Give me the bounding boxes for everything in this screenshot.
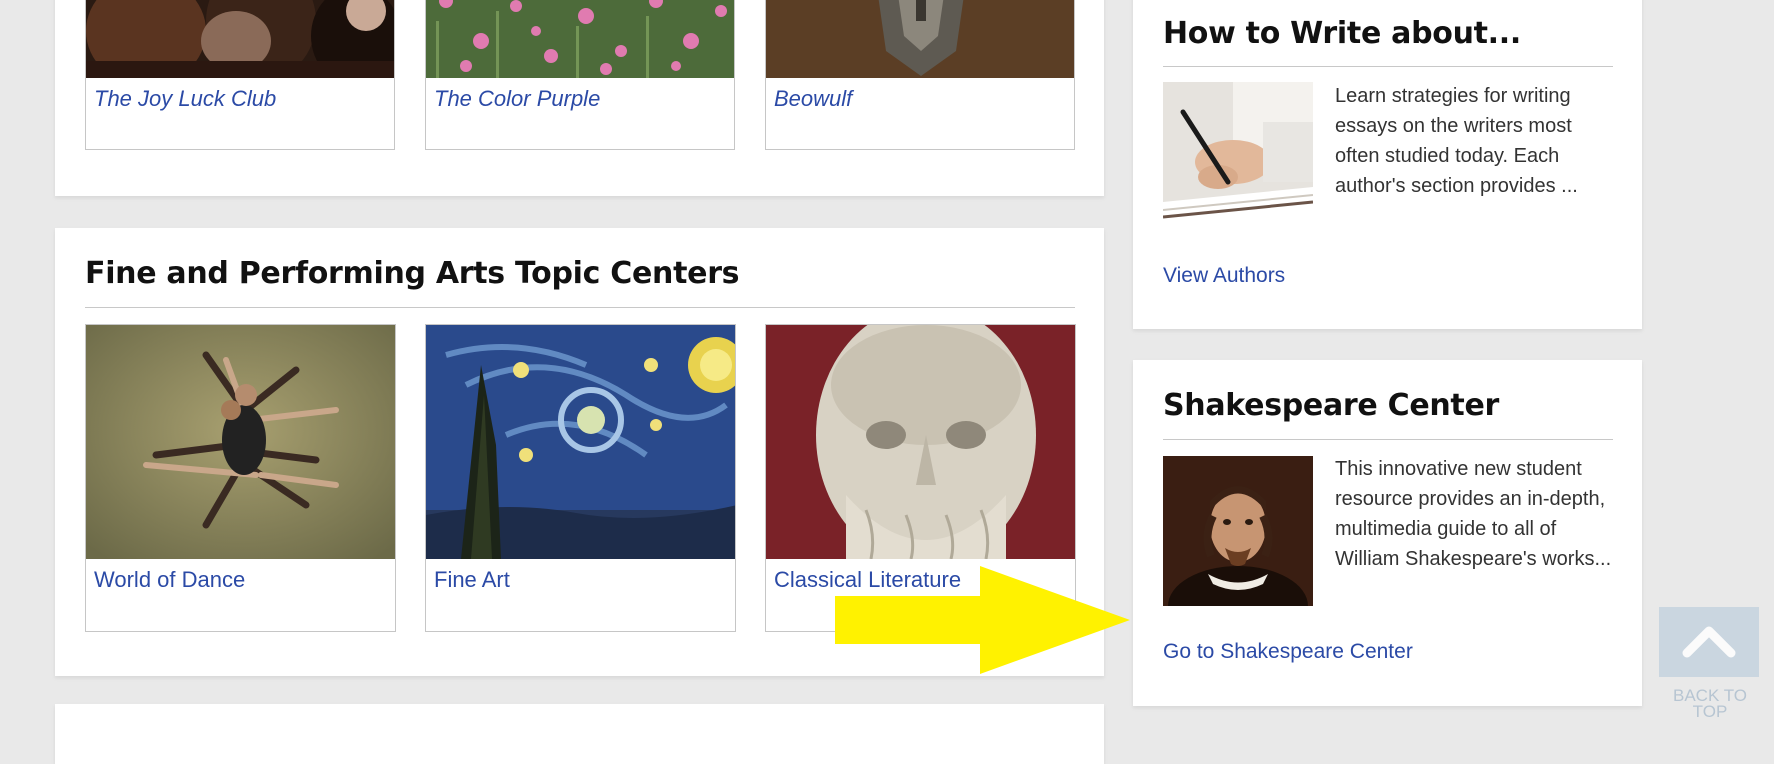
back-to-top-label[interactable]: BACK TO TOP: [1640, 687, 1774, 720]
shakespeare-center-card: Shakespeare Center This innovative new s…: [1133, 360, 1642, 706]
tile-world-of-dance[interactable]: World of Dance: [85, 324, 396, 632]
literature-card: The Joy Luck Club The Color Purple Beowu…: [55, 0, 1104, 196]
tile-label: Fine Art: [434, 567, 510, 592]
section-divider: [85, 307, 1075, 308]
go-to-shakespeare-center-link[interactable]: Go to Shakespeare Center: [1163, 640, 1413, 664]
tile-label: The Joy Luck Club: [94, 86, 277, 111]
tile-beowulf[interactable]: Beowulf: [765, 0, 1075, 150]
writing-hand-image: [1163, 82, 1313, 232]
card-title: Shakespeare Center: [1163, 388, 1500, 423]
joy-luck-club-image: [86, 0, 394, 78]
tile-label: Beowulf: [774, 86, 853, 111]
chevron-up-icon: [1682, 626, 1736, 658]
card-title: How to Write about...: [1163, 16, 1521, 51]
next-section-card: [55, 704, 1104, 764]
starry-night-image: [426, 325, 735, 559]
tile-joy-luck-club[interactable]: The Joy Luck Club: [85, 0, 395, 150]
tile-fine-art[interactable]: Fine Art: [425, 324, 736, 632]
homer-bust-image: [766, 325, 1075, 559]
tile-label: World of Dance: [94, 567, 246, 592]
card-description: This innovative new student resource pro…: [1335, 458, 1612, 570]
view-authors-link[interactable]: View Authors: [1163, 264, 1285, 288]
card-description: Learn strategies for writing essays on t…: [1335, 85, 1578, 197]
beowulf-image: [766, 0, 1074, 78]
dance-image: [86, 325, 395, 559]
back-to-top-button[interactable]: [1659, 607, 1759, 677]
how-to-write-card: How to Write about... Learn strategies f…: [1133, 0, 1642, 329]
shakespeare-portrait-image: [1163, 456, 1313, 606]
card-divider: [1163, 66, 1613, 67]
yellow-arrow-annotation: [835, 566, 1130, 674]
card-divider: [1163, 439, 1613, 440]
color-purple-image: [426, 0, 734, 78]
tile-label: The Color Purple: [434, 86, 601, 111]
section-title: Fine and Performing Arts Topic Centers: [85, 256, 740, 291]
tile-color-purple[interactable]: The Color Purple: [425, 0, 735, 150]
